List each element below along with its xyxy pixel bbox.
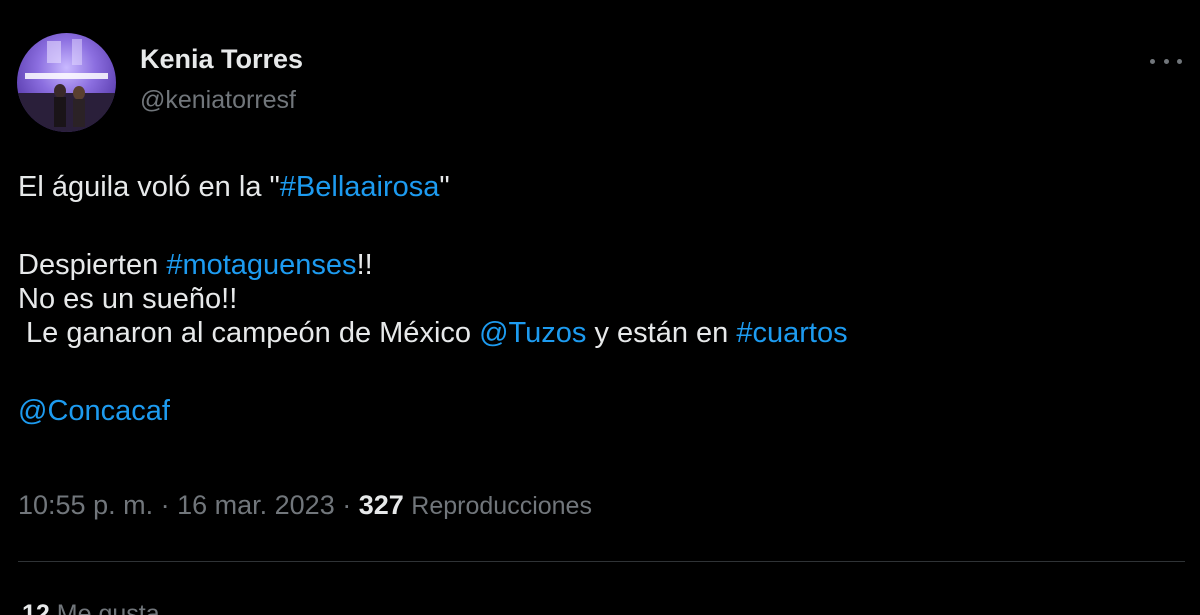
text-segment: Le ganaron al campeón de México (18, 317, 480, 349)
text-segment: Despierten (18, 249, 167, 281)
separator: · (153, 490, 178, 520)
dot (1163, 58, 1169, 64)
profile-photo-icon (17, 39, 116, 132)
tweet-line: El águila voló en la "#Bellaairosa" (18, 170, 1178, 204)
hashtag-link[interactable]: #Bellaairosa (280, 171, 440, 203)
text-segment: " (439, 171, 450, 203)
separator: · (334, 490, 359, 520)
author-handle[interactable]: @keniatorresf (140, 86, 296, 115)
tweet-date[interactable]: 16 mar. 2023 (177, 490, 335, 520)
text-segment: y están en (586, 317, 737, 349)
likes-stat[interactable]: 12 Me gusta (22, 600, 160, 615)
divider (18, 561, 1185, 562)
author-name[interactable]: Kenia Torres (140, 44, 303, 75)
tweet-text: El águila voló en la "#Bellaairosa" Desp… (18, 170, 1178, 428)
likes-label: Me gusta (56, 600, 160, 615)
text-segment: El águila voló en la " (18, 171, 280, 203)
likes-count: 12 (22, 600, 50, 615)
views-label: Reproducciones (411, 492, 592, 520)
more-options-icon[interactable] (1146, 46, 1186, 76)
views-count: 327 (358, 490, 404, 520)
mention-link[interactable]: @Concacaf (18, 395, 170, 427)
tweet-line: Despierten #motaguenses!! (18, 248, 1178, 282)
text-segment: !! (356, 249, 373, 281)
hashtag-link[interactable]: #motaguenses (166, 249, 356, 281)
tweet-line: Le ganaron al campeón de México @Tuzos y… (18, 316, 1178, 350)
tweet-line: No es un sueño!! (18, 283, 238, 315)
tweet-time[interactable]: 10:55 p. m. (18, 490, 153, 520)
mention-link[interactable]: @Tuzos (479, 317, 586, 349)
avatar[interactable] (17, 33, 116, 132)
tweet-line: @Concacaf (18, 394, 1178, 428)
dot (1150, 58, 1155, 64)
dot (1177, 58, 1182, 64)
tweet-meta: 10:55 p. m. · 16 mar. 2023 · 327 Reprodu… (18, 490, 592, 521)
hashtag-link[interactable]: #cuartos (736, 317, 847, 349)
